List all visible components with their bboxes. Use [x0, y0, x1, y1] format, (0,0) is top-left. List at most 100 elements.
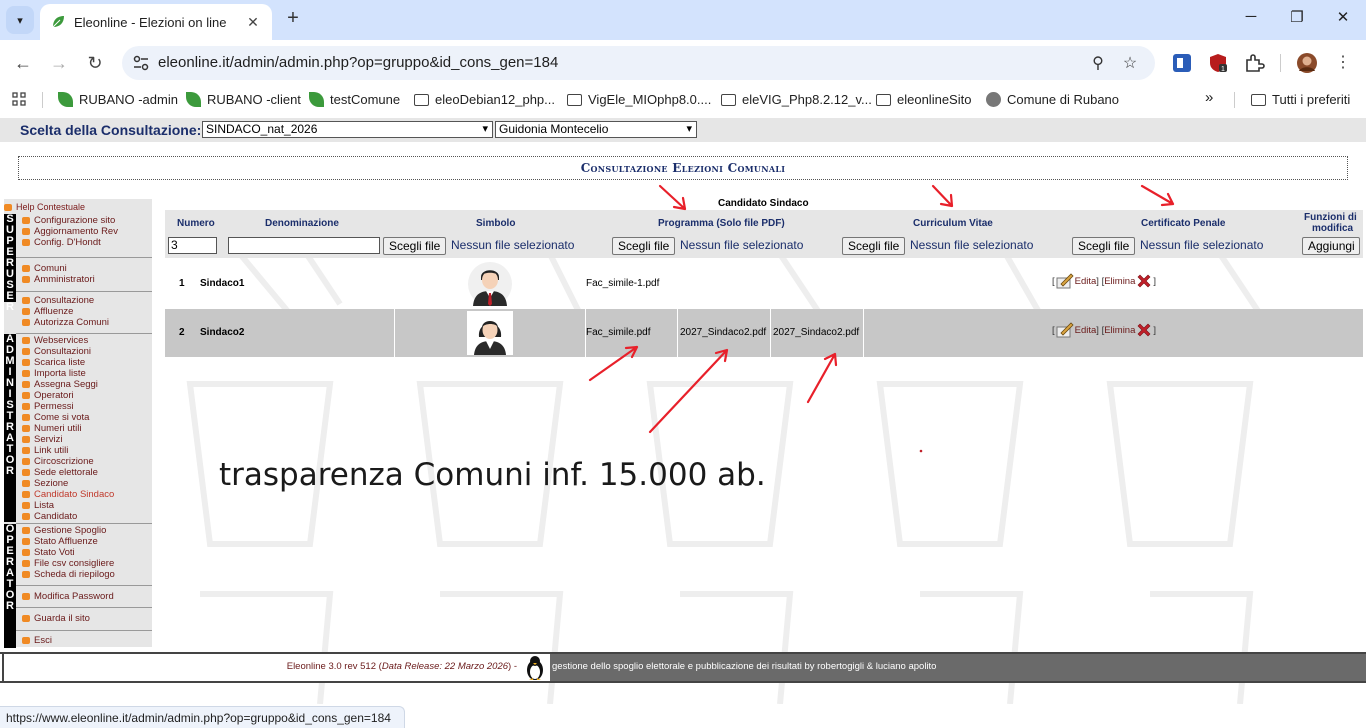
certificato-choose-file-button[interactable]: Scegli file — [1072, 237, 1136, 255]
menu-item-label: Circoscrizione — [34, 456, 94, 467]
row-certificato-file[interactable]: 2027_Sindaco2.pdf — [773, 327, 859, 338]
menu-item-sede-elettorale[interactable]: Sede elettorale — [22, 467, 114, 478]
edit-link[interactable]: Edita — [1075, 276, 1097, 287]
bookmark-eleonlinesito[interactable]: eleonlineSito — [876, 92, 971, 107]
delete-icon[interactable] — [1135, 272, 1153, 290]
folder-icon — [1251, 93, 1266, 106]
bullet-icon — [22, 571, 30, 578]
reload-icon[interactable]: ↻ — [82, 50, 108, 76]
denominazione-input[interactable] — [228, 237, 380, 254]
delete-link[interactable]: Elimina — [1104, 276, 1135, 287]
browser-tab[interactable]: Eleonline - Elezioni on line ✕ — [40, 4, 272, 40]
edit-icon[interactable] — [1055, 321, 1075, 339]
bullet-icon — [22, 480, 30, 487]
menu-item-sezione[interactable]: Sezione — [22, 478, 114, 489]
row-programma-file[interactable]: Fac_simile-1.pdf — [586, 278, 659, 289]
menu-divider — [16, 585, 152, 586]
menu-item-file-csv-consigliere[interactable]: File csv consigliere — [22, 558, 115, 569]
bullet-icon — [22, 370, 30, 377]
menu-item-permessi[interactable]: Permessi — [22, 401, 114, 412]
menu-item-candidato-sindaco[interactable]: Candidato Sindaco — [22, 489, 114, 500]
simbolo-choose-file-button[interactable]: Scegli file — [383, 237, 447, 255]
menu-item-config-d-hondt[interactable]: Config. D'Hondt — [22, 237, 118, 248]
apps-grid-icon[interactable] — [12, 92, 26, 106]
minimize-icon[interactable]: ─ — [1236, 8, 1266, 25]
curriculum-choose-file-button[interactable]: Scegli file — [842, 237, 906, 255]
menu-item-stato-voti[interactable]: Stato Voti — [22, 547, 115, 558]
restore-icon[interactable]: ❐ — [1282, 8, 1312, 26]
menu-item-gestione-spoglio[interactable]: Gestione Spoglio — [22, 525, 115, 536]
bullet-icon — [22, 276, 30, 283]
menu-item-exit[interactable]: Esci — [22, 635, 52, 646]
row-curriculum-file[interactable]: 2027_Sindaco2.pdf — [680, 327, 766, 338]
menu-item-label: Autorizza Comuni — [34, 317, 109, 328]
puzzle-icon[interactable] — [1243, 52, 1265, 74]
add-button[interactable]: Aggiungi — [1302, 237, 1360, 255]
menu-item-link-utili[interactable]: Link utili — [22, 445, 114, 456]
bookmark-comune-rubano[interactable]: Comune di Rubano — [986, 92, 1119, 107]
menu-item-operatori[interactable]: Operatori — [22, 390, 114, 401]
menu-item-webservices[interactable]: Webservices — [22, 335, 114, 346]
delete-icon[interactable] — [1135, 321, 1153, 339]
bullet-icon — [22, 491, 30, 498]
menu-group-consultazione: Consultazione Affluenze Autorizza Comuni — [22, 295, 109, 328]
menu-dots-icon[interactable]: ⋮ — [1330, 50, 1356, 76]
bookmark-rubano-admin[interactable]: RUBANO -admin — [58, 92, 178, 107]
bookmark-rubano-client[interactable]: RUBANO -client — [186, 92, 301, 107]
menu-item-importa-liste[interactable]: Importa liste — [22, 368, 114, 379]
bookmarks-more[interactable]: » — [1205, 89, 1213, 106]
menu-item-amministratori[interactable]: Amministratori — [22, 274, 95, 285]
menu-item-scarica-liste[interactable]: Scarica liste — [22, 357, 114, 368]
zoom-icon[interactable]: ⚲ — [1088, 53, 1108, 73]
comune-select[interactable]: Guidonia Montecelio — [495, 121, 697, 138]
menu-item-candidato[interactable]: Candidato — [22, 511, 114, 522]
menu-item-come-si-vota[interactable]: Come si vota — [22, 412, 114, 423]
delete-link[interactable]: Elimina — [1104, 325, 1135, 336]
edit-icon[interactable] — [1055, 272, 1075, 290]
tab-search-icon[interactable]: ▾ — [6, 6, 34, 34]
bookmark-eleodebian12[interactable]: eleoDebian12_php... — [414, 92, 555, 107]
menu-item-circoscrizione[interactable]: Circoscrizione — [22, 456, 114, 467]
all-bookmarks[interactable]: Tutti i preferiti — [1251, 92, 1350, 107]
menu-item-aggiornamento-rev[interactable]: Aggiornamento Rev — [22, 226, 118, 237]
star-icon[interactable]: ☆ — [1120, 53, 1140, 73]
menu-item-numeri-utili[interactable]: Numeri utili — [22, 423, 114, 434]
row-programma-file[interactable]: Fac_simile.pdf — [586, 327, 650, 338]
address-bar[interactable]: eleonline.it/admin/admin.php?op=gruppo&i… — [122, 46, 1155, 80]
edit-link[interactable]: Edita — [1075, 325, 1097, 336]
menu-item-consultazione[interactable]: Consultazione — [22, 295, 109, 306]
menu-item-autorizza-comuni[interactable]: Autorizza Comuni — [22, 317, 109, 328]
extension-icon[interactable] — [1171, 52, 1193, 74]
shield-extension-icon[interactable]: 1 — [1207, 52, 1229, 74]
menu-item-lista[interactable]: Lista — [22, 500, 114, 511]
menu-item-assegna-seggi[interactable]: Assegna Seggi — [22, 379, 114, 390]
menu-item-affluenze[interactable]: Affluenze — [22, 306, 109, 317]
back-icon[interactable]: ← — [10, 50, 36, 76]
numero-input[interactable]: 3 — [168, 237, 217, 254]
bullet-icon — [22, 549, 30, 556]
menu-item-stato-affluenze[interactable]: Stato Affluenze — [22, 536, 115, 547]
header-numero: Numero — [177, 218, 215, 229]
programma-choose-file-button[interactable]: Scegli file — [612, 237, 676, 255]
penguin-icon — [520, 654, 550, 681]
forward-icon[interactable]: → — [46, 50, 72, 76]
close-tab-icon[interactable]: ✕ — [244, 14, 262, 31]
menu-item-servizi[interactable]: Servizi — [22, 434, 114, 445]
menu-item-configurazione-sito[interactable]: Configurazione sito — [22, 215, 118, 226]
menu-item-password[interactable]: Modifica Password — [22, 591, 114, 602]
menu-item-comuni[interactable]: Comuni — [22, 263, 95, 274]
bullet-icon — [22, 297, 30, 304]
menu-item-scheda-di-riepilogo[interactable]: Scheda di riepilogo — [22, 569, 115, 580]
site-settings-icon[interactable] — [132, 54, 150, 72]
help-link[interactable]: Help Contestuale — [4, 202, 85, 212]
bookmark-vigele[interactable]: VigEle_MIOphp8.0.... — [567, 92, 711, 107]
menu-item-consultazioni[interactable]: Consultazioni — [22, 346, 114, 357]
bookmark-testcomune[interactable]: testComune — [309, 92, 400, 107]
consultation-select[interactable]: SINDACO_nat_2026 — [202, 121, 493, 138]
menu-item-site[interactable]: Guarda il sito — [22, 613, 90, 624]
profile-avatar[interactable] — [1296, 52, 1318, 74]
bullet-icon — [22, 560, 30, 567]
bookmark-elevig[interactable]: eleVIG_Php8.2.12_v... — [721, 92, 872, 107]
new-tab-icon[interactable]: + — [282, 8, 304, 30]
close-window-icon[interactable]: ✕ — [1328, 8, 1358, 26]
